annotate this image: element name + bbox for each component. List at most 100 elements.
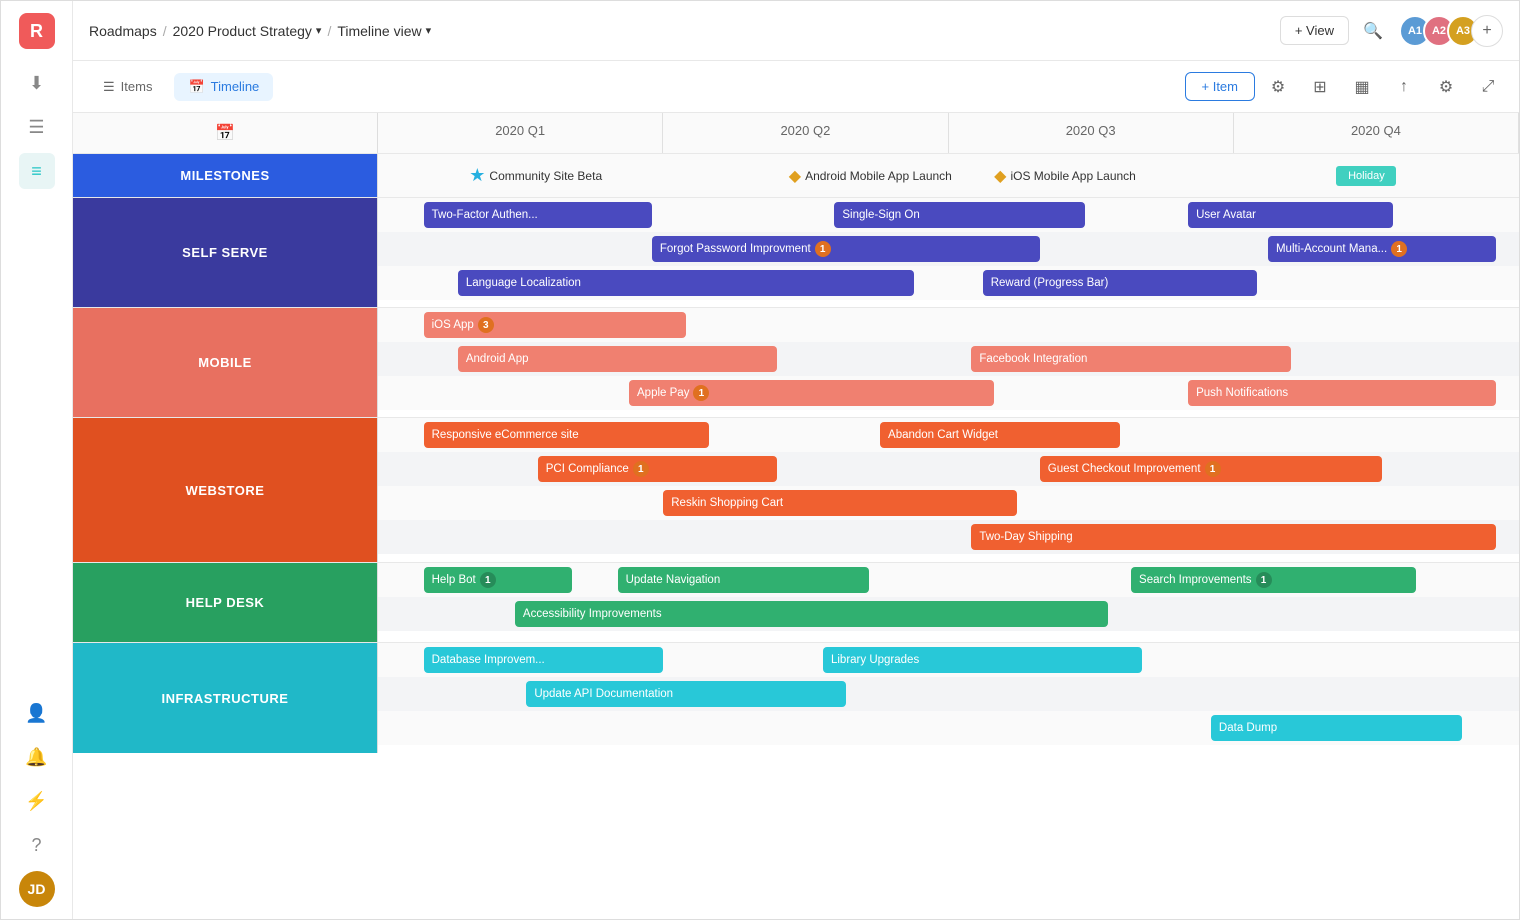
breadcrumb-project[interactable]: 2020 Product Strategy <box>173 23 322 39</box>
sidebar-icon-bell[interactable]: 🔔 <box>19 739 55 775</box>
bar-api-docs[interactable]: Update API Documentation <box>526 681 845 707</box>
app-logo[interactable]: R <box>19 13 55 49</box>
bar-guest-checkout[interactable]: Guest Checkout Improvement 1 <box>1040 456 1382 482</box>
milestones-row: MILESTONES ★ Community Site Beta ◆ Andro… <box>73 154 1519 198</box>
items-tab[interactable]: ☰ Items <box>89 73 166 101</box>
top-nav: Roadmaps / 2020 Product Strategy / Timel… <box>73 1 1519 61</box>
sidebar-icon-download[interactable]: ⬇ <box>19 65 55 101</box>
breadcrumb-sep1: / <box>163 23 167 39</box>
bar-single-sign-on[interactable]: Single-Sign On <box>834 202 1085 228</box>
milestone-android-label: Android Mobile App Launch <box>805 169 952 183</box>
infra-track-3: Data Dump <box>378 711 1519 745</box>
milestone-android[interactable]: ◆ Android Mobile App Launch <box>789 166 952 186</box>
bar-database[interactable]: Database Improvem... <box>424 647 664 673</box>
add-item-button[interactable]: + Item <box>1185 72 1256 101</box>
helpdesk-track-2: Accessibility Improvements <box>378 597 1519 631</box>
bar-helpbot[interactable]: Help Bot 1 <box>424 567 572 593</box>
fullscreen-icon[interactable]: ⤢ <box>1473 72 1503 102</box>
export-icon[interactable]: ↑ <box>1389 72 1419 102</box>
self-serve-track-3: Language Localization Reward (Progress B… <box>378 266 1519 300</box>
infra-track-1: Database Improvem... Library Upgrades <box>378 643 1519 677</box>
add-view-button[interactable]: + View <box>1280 16 1349 45</box>
timeline-tab[interactable]: 📅 Timeline <box>174 73 273 101</box>
timeline-tab-label: Timeline <box>211 79 260 94</box>
bar-library[interactable]: Library Upgrades <box>823 647 1142 673</box>
helpdesk-label: HELP DESK <box>73 563 378 642</box>
bar-user-avatar[interactable]: User Avatar <box>1188 202 1393 228</box>
infra-label: INFRASTRUCTURE <box>73 643 378 753</box>
bar-search-improvements[interactable]: Search Improvements 1 <box>1131 567 1416 593</box>
self-serve-track-1: Two-Factor Authen... Single-Sign On User… <box>378 198 1519 232</box>
webstore-tracks: Responsive eCommerce site Abandon Cart W… <box>378 418 1519 562</box>
q1-header: 2020 Q1 <box>378 113 663 153</box>
bar-reward[interactable]: Reward (Progress Bar) <box>983 270 1257 296</box>
bar-abandon-cart[interactable]: Abandon Cart Widget <box>880 422 1120 448</box>
bar-update-nav[interactable]: Update Navigation <box>618 567 869 593</box>
q2-header: 2020 Q2 <box>663 113 948 153</box>
bar-apple-pay[interactable]: Apple Pay 1 <box>629 380 994 406</box>
bar-facebook[interactable]: Facebook Integration <box>971 346 1290 372</box>
search-icon[interactable]: 🔍 <box>1357 15 1389 47</box>
self-serve-tracks: Two-Factor Authen... Single-Sign On User… <box>378 198 1519 307</box>
sidebar-icon-help[interactable]: ? <box>19 827 55 863</box>
breadcrumb: Roadmaps / 2020 Product Strategy / Timel… <box>89 23 431 39</box>
timeline-label-header: 📅 <box>73 113 378 153</box>
breadcrumb-sep2: / <box>327 23 331 39</box>
webstore-track-1: Responsive eCommerce site Abandon Cart W… <box>378 418 1519 452</box>
milestones-label: MILESTONES <box>73 154 378 197</box>
self-serve-label: SELF SERVE <box>73 198 378 307</box>
app-container: R ⬇ ☰ ≡ 👤 🔔 ⚡ ? JD Roadmaps / 2020 Produ… <box>0 0 1520 920</box>
star-icon: ★ <box>469 165 485 186</box>
bar-ios-app[interactable]: iOS App 3 <box>424 312 686 338</box>
add-member-button[interactable]: + <box>1471 15 1503 47</box>
filter-icon[interactable]: ⚙ <box>1263 72 1293 102</box>
group-icon[interactable]: ⊞ <box>1305 72 1335 102</box>
bar-reskin[interactable]: Reskin Shopping Cart <box>663 490 1017 516</box>
sidebar-icon-contacts[interactable]: 👤 <box>19 695 55 731</box>
timeline-area[interactable]: 📅 2020 Q1 2020 Q2 2020 Q3 2020 Q4 MILEST… <box>73 113 1519 919</box>
webstore-track-4: Two-Day Shipping <box>378 520 1519 554</box>
group-self-serve: SELF SERVE Two-Factor Authen... Single-S… <box>73 198 1519 308</box>
milestones-track: ★ Community Site Beta ◆ Android Mobile A… <box>378 154 1519 197</box>
bar-accessibility[interactable]: Accessibility Improvements <box>515 601 1108 627</box>
bar-forgot-password[interactable]: Forgot Password Improvment 1 <box>652 236 1040 262</box>
settings-icon[interactable]: ⚙ <box>1431 72 1461 102</box>
items-tab-label: Items <box>121 79 153 94</box>
mobile-label: MOBILE <box>73 308 378 417</box>
bar-android-app[interactable]: Android App <box>458 346 777 372</box>
toolbar: ☰ Items 📅 Timeline + Item ⚙ ⊞ ▦ ↑ ⚙ ⤢ <box>73 61 1519 113</box>
bar-pci[interactable]: PCI Compliance 1 <box>538 456 778 482</box>
sidebar-icon-roadmap[interactable]: ≡ <box>19 153 55 189</box>
bar-multi-account[interactable]: Multi-Account Mana... 1 <box>1268 236 1496 262</box>
helpdesk-tracks: Help Bot 1 Update Navigation Search Impr… <box>378 563 1519 642</box>
bar-two-factor[interactable]: Two-Factor Authen... <box>424 202 652 228</box>
group-helpdesk: HELP DESK Help Bot 1 Update Navigation S… <box>73 563 1519 643</box>
board-icon[interactable]: ▦ <box>1347 72 1377 102</box>
holiday-rect: Holiday <box>1336 166 1396 186</box>
bar-data-dump[interactable]: Data Dump <box>1211 715 1462 741</box>
sidebar-icon-bolt[interactable]: ⚡ <box>19 783 55 819</box>
breadcrumb-root[interactable]: Roadmaps <box>89 23 157 39</box>
milestone-ios[interactable]: ◆ iOS Mobile App Launch <box>994 166 1136 186</box>
diamond-icon-1: ◆ <box>789 166 801 186</box>
mobile-track-1: iOS App 3 <box>378 308 1519 342</box>
group-infrastructure: INFRASTRUCTURE Database Improvem... Libr… <box>73 643 1519 753</box>
sidebar: R ⬇ ☰ ≡ 👤 🔔 ⚡ ? JD <box>1 1 73 919</box>
toolbar-actions: ⚙ ⊞ ▦ ↑ ⚙ ⤢ <box>1263 72 1503 102</box>
mobile-track-2: Android App Facebook Integration <box>378 342 1519 376</box>
bar-push-notifications[interactable]: Push Notifications <box>1188 380 1496 406</box>
milestone-holiday[interactable]: Holiday <box>1336 166 1396 186</box>
user-avatar-sidebar[interactable]: JD <box>19 871 55 907</box>
mobile-track-3: Apple Pay 1 Push Notifications <box>378 376 1519 410</box>
bar-responsive[interactable]: Responsive eCommerce site <box>424 422 709 448</box>
items-tab-icon: ☰ <box>103 79 115 95</box>
bar-language-loc[interactable]: Language Localization <box>458 270 914 296</box>
infra-tracks: Database Improvem... Library Upgrades Up… <box>378 643 1519 753</box>
bar-two-day[interactable]: Two-Day Shipping <box>971 524 1496 550</box>
main-content: Roadmaps / 2020 Product Strategy / Timel… <box>73 1 1519 919</box>
breadcrumb-view[interactable]: Timeline view <box>337 23 431 39</box>
webstore-track-2: PCI Compliance 1 Guest Checkout Improvem… <box>378 452 1519 486</box>
sidebar-icon-list[interactable]: ☰ <box>19 109 55 145</box>
webstore-track-3: Reskin Shopping Cart <box>378 486 1519 520</box>
milestone-community[interactable]: ★ Community Site Beta <box>469 165 602 186</box>
